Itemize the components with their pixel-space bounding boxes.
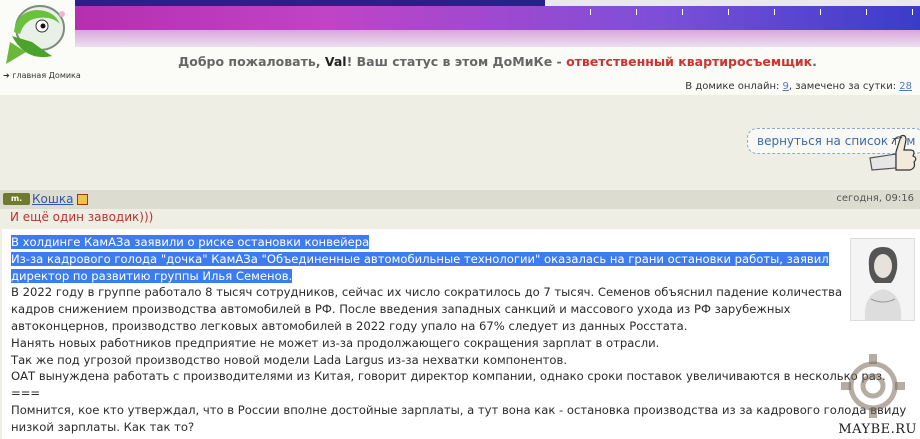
online-stats: В домике онлайн: 9, замечено за сутки: 2… [685, 81, 912, 92]
home-link[interactable]: ➜ главная Домика [3, 71, 81, 80]
welcome-message: Добро пожаловать, Val! Ваш статус в этом… [178, 54, 817, 69]
post-line: Так же под угрозой производство новой мо… [11, 352, 568, 367]
site-logo[interactable] [2, 2, 72, 68]
post-line: В холдинге КамАЗа заявили о риске остано… [11, 235, 370, 249]
thumbs-up-icon [869, 134, 917, 171]
post-line: директор по развитию группы Илья Семенов… [11, 268, 293, 283]
watermark-text: MAYBE.RU [838, 422, 917, 437]
profile-icon[interactable] [77, 194, 88, 205]
post-line: автоконцернов, производство легковых авт… [11, 318, 688, 333]
site-header: ➜ главная Домика Добро пожаловать, Val! … [0, 0, 920, 95]
post-line: Нанять новых работников предприятие не м… [11, 335, 660, 350]
post-text: В холдинге КамАЗа заявили о риске остано… [11, 234, 907, 436]
post-line: ОАТ вынуждена работать с производителями… [11, 369, 886, 384]
post-date: сегодня, 09:16 [836, 193, 914, 204]
post-line: === [11, 386, 41, 401]
member-badge: m. [3, 193, 30, 205]
post-line: Из-за кадрового голода "дочка" КамАЗа "О… [11, 251, 829, 266]
post-line: кадров снижением производства автомобиле… [11, 302, 791, 317]
username: Val [324, 54, 347, 69]
user-avatar [850, 238, 915, 321]
post-line: В 2022 году в группе работало 8 тысяч со… [11, 285, 843, 300]
post-line: низкой зарплаты. Как так то? [11, 419, 195, 434]
post-author-link[interactable]: Кошка [32, 192, 73, 206]
post-line: Помнится, кое кто утверждал, что в Росси… [11, 402, 907, 417]
post-header: m. Кошка сегодня, 09:16 [0, 190, 920, 209]
post-subtitle: И ещё один заводик))) [10, 210, 154, 224]
post-body: В холдинге КамАЗа заявили о риске остано… [2, 229, 920, 439]
header-banner [75, 0, 920, 47]
user-status: ответственный квартиросъемщик [566, 54, 813, 69]
day-count-link[interactable]: 28 [899, 81, 912, 92]
